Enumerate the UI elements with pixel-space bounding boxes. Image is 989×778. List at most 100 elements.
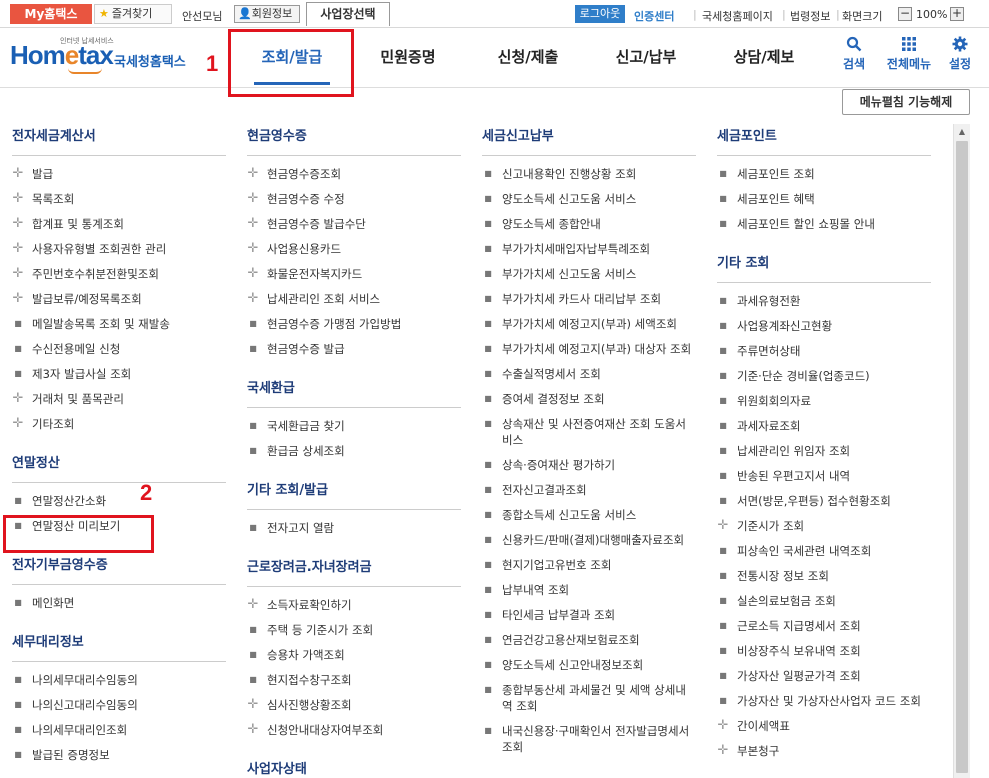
menu-item[interactable]: ■ 제3자 발급사실 조회	[12, 362, 226, 387]
menu-item[interactable]: ■ 연말정산간소화	[12, 489, 226, 514]
menu-item[interactable]: ■ 피상속인 국세관련 내역조회	[717, 539, 931, 564]
menu-item[interactable]: ■ 발급된 증명정보	[12, 743, 226, 768]
business-select-tab[interactable]: 사업장선택	[306, 2, 390, 26]
menu-item[interactable]: ■ 과세자료조회	[717, 414, 931, 439]
menu-item[interactable]: ■ 과세유형전환	[717, 289, 931, 314]
menu-item[interactable]: ■ 실손의료보험금 조회	[717, 589, 931, 614]
menu-item[interactable]: ✛ 심사진행상황조회	[247, 693, 461, 718]
menu-item[interactable]: ■ 승용차 가액조회	[247, 643, 461, 668]
favorites-button[interactable]: ★ 즐겨찾기	[94, 4, 172, 24]
menu-item[interactable]: ■ 양도소득세 신고안내정보조회	[482, 653, 696, 678]
menu-item[interactable]: ✛ 현금영수증 발급수단	[247, 212, 461, 237]
menu-item[interactable]: ■ 현지기업고유번호 조회	[482, 553, 696, 578]
menu-item[interactable]: ■ 반송된 우편고지서 내역	[717, 464, 931, 489]
menu-item[interactable]: ✛ 사업용신용카드	[247, 237, 461, 262]
nts-homepage-link[interactable]: 국세청홈페이지	[702, 8, 773, 24]
menu-item[interactable]: ■ 연금건강고용산재보험료조회	[482, 628, 696, 653]
menu-item[interactable]: ✛ 합계표 및 통계조회	[12, 212, 226, 237]
menu-item[interactable]: ■ 가상자산 및 가상자산사업자 코드 조회	[717, 689, 931, 714]
menu-item[interactable]: ■ 부가가치세 신고도움 서비스	[482, 262, 696, 287]
menu-item[interactable]: ■ 부가가치세매입자납부특례조회	[482, 237, 696, 262]
menu-item[interactable]: ■ 현금영수증 가맹점 가입방법	[247, 312, 461, 337]
menu-item[interactable]: ■ 나의세무대리수임동의	[12, 668, 226, 693]
menu-item[interactable]: ■ 메일발송목록 조회 및 재발송	[12, 312, 226, 337]
menu-item[interactable]: ✛ 현금영수증 수정	[247, 187, 461, 212]
nav-civil-certificate[interactable]: 민원증명	[360, 28, 456, 88]
zoom-out-button[interactable]: −	[898, 7, 912, 21]
menu-item[interactable]: ■ 주택 등 기준시가 조회	[247, 618, 461, 643]
menu-item[interactable]: ■ 납세관리인 위임자 조회	[717, 439, 931, 464]
nav-report-pay[interactable]: 신고/납부	[598, 28, 694, 88]
menu-item[interactable]: ■ 부가가치세 카드사 대리납부 조회	[482, 287, 696, 312]
menu-item[interactable]: ■ 비상장주식 보유내역 조회	[717, 639, 931, 664]
scrollbar-thumb[interactable]	[956, 141, 968, 773]
menu-item[interactable]: ✛ 주민번호수취분전환및조회	[12, 262, 226, 287]
menu-item[interactable]: ✛ 목록조회	[12, 187, 226, 212]
menu-item[interactable]: ■ 전통시장 정보 조회	[717, 564, 931, 589]
menu-item[interactable]: ■ 수출실적명세서 조회	[482, 362, 696, 387]
my-hometax-button[interactable]: My홈택스	[10, 4, 92, 24]
all-menu-button[interactable]: 전체메뉴	[883, 36, 935, 72]
menu-item[interactable]: ■ 양도소득세 종합안내	[482, 212, 696, 237]
menu-item[interactable]: ■ 양도소득세 신고도움 서비스	[482, 187, 696, 212]
menu-item[interactable]: ■ 세금포인트 조회	[717, 162, 931, 187]
menu-item[interactable]: ■ 증여세 결정정보 조회	[482, 387, 696, 412]
menu-item[interactable]: ■ 나의신고대리수임동의	[12, 693, 226, 718]
law-info-link[interactable]: 법령정보	[790, 8, 830, 24]
settings-button[interactable]: 설정	[935, 36, 985, 72]
menu-item[interactable]: ■ 국세환급금 찾기	[247, 414, 461, 439]
menu-item[interactable]: ■ 내국신용장·구매확인서 전자발급명세서 조회	[482, 719, 696, 760]
menu-item[interactable]: ■ 전자신고결과조회	[482, 478, 696, 503]
menu-item[interactable]: ■ 타인세금 납부결과 조회	[482, 603, 696, 628]
nav-apply-submit[interactable]: 신청/제출	[480, 28, 576, 88]
menu-item[interactable]: ■ 세금포인트 혜택	[717, 187, 931, 212]
menu-item[interactable]: ✛ 간이세액표	[717, 714, 931, 739]
menu-item[interactable]: ■ 근로소득 지급명세서 조회	[717, 614, 931, 639]
scroll-up-arrow-icon[interactable]: ▲	[954, 124, 970, 140]
menu-item[interactable]: ■ 종합부동산세 과세물건 및 세액 상세내역 조회	[482, 678, 696, 719]
cert-center-link[interactable]: 인증센터	[634, 8, 674, 24]
menu-item[interactable]: ■ 현지접수창구조회	[247, 668, 461, 693]
menu-item[interactable]: ✛ 발급보류/예정목록조회	[12, 287, 226, 312]
menu-item[interactable]: ✛ 거래처 및 품목관리	[12, 387, 226, 412]
menu-item[interactable]: ✛ 사용자유형별 조회권한 관리	[12, 237, 226, 262]
nav-consult-report[interactable]: 상담/제보	[716, 28, 812, 88]
zoom-in-button[interactable]: +	[950, 7, 964, 21]
menu-item[interactable]: ✛ 납세관리인 조회 서비스	[247, 287, 461, 312]
menu-item[interactable]: ■ 신용카드/판매(결제)대행매출자료조회	[482, 528, 696, 553]
menu-item[interactable]: ✛ 신청안내대상자여부조회	[247, 718, 461, 743]
menu-item[interactable]: ✛ 현금영수증조회	[247, 162, 461, 187]
menu-item[interactable]: ■ 수신전용메일 신청	[12, 337, 226, 362]
collapse-menu-button[interactable]: 메뉴펼침 기능해제	[842, 89, 970, 115]
menu-item[interactable]: ■ 상속재산 및 사전증여재산 조회 도움서비스	[482, 412, 696, 453]
menu-item[interactable]: ■ 위원회회의자료	[717, 389, 931, 414]
vertical-scrollbar[interactable]: ▲	[953, 124, 970, 778]
menu-item[interactable]: ■ 주류면허상태	[717, 339, 931, 364]
menu-item[interactable]: ✛ 부본청구	[717, 739, 931, 764]
menu-item[interactable]: ✛ 기타조회	[12, 412, 226, 437]
menu-item[interactable]: ■ 전자고지 열람	[247, 516, 461, 541]
member-info-button[interactable]: 👤회원정보	[234, 5, 300, 23]
menu-item[interactable]: ■ 부가가치세 예정고지(부과) 세액조회	[482, 312, 696, 337]
menu-item[interactable]: ■ 종합소득세 신고도움 서비스	[482, 503, 696, 528]
menu-item[interactable]: ■ 서면(방문,우편등) 접수현황조회	[717, 489, 931, 514]
menu-item[interactable]: ■ 나의세무대리인조회	[12, 718, 226, 743]
menu-item[interactable]: ■ 메인화면	[12, 591, 226, 616]
menu-item[interactable]: ■ 세금포인트 할인 쇼핑몰 안내	[717, 212, 931, 237]
menu-item[interactable]: ■ 납부내역 조회	[482, 578, 696, 603]
menu-item[interactable]: ■ 사업용계좌신고현황	[717, 314, 931, 339]
menu-item[interactable]: ✛ 기준시가 조회	[717, 514, 931, 539]
logout-button[interactable]: 로그아웃	[575, 5, 625, 23]
hometax-logo[interactable]: 인터넷 납세서비스 Hometax 국세청홈택스	[10, 34, 195, 80]
menu-item[interactable]: ✛ 소득자료확인하기	[247, 593, 461, 618]
menu-item[interactable]: ■ 환급금 상세조회	[247, 439, 461, 464]
menu-item[interactable]: ✛ 화물운전자복지카드	[247, 262, 461, 287]
menu-item[interactable]: ■ 부가가치세 예정고지(부과) 대상자 조회	[482, 337, 696, 362]
menu-item[interactable]: ■ 현금영수증 발급	[247, 337, 461, 362]
menu-item[interactable]: ■ 신고내용확인 진행상황 조회	[482, 162, 696, 187]
menu-item[interactable]: ■ 기준·단순 경비율(업종코드)	[717, 364, 931, 389]
menu-item[interactable]: ■ 상속·증여재산 평가하기	[482, 453, 696, 478]
search-button[interactable]: 검색	[829, 36, 879, 72]
menu-item[interactable]: ✛ 발급	[12, 162, 226, 187]
menu-item[interactable]: ■ 가상자산 일평균가격 조회	[717, 664, 931, 689]
